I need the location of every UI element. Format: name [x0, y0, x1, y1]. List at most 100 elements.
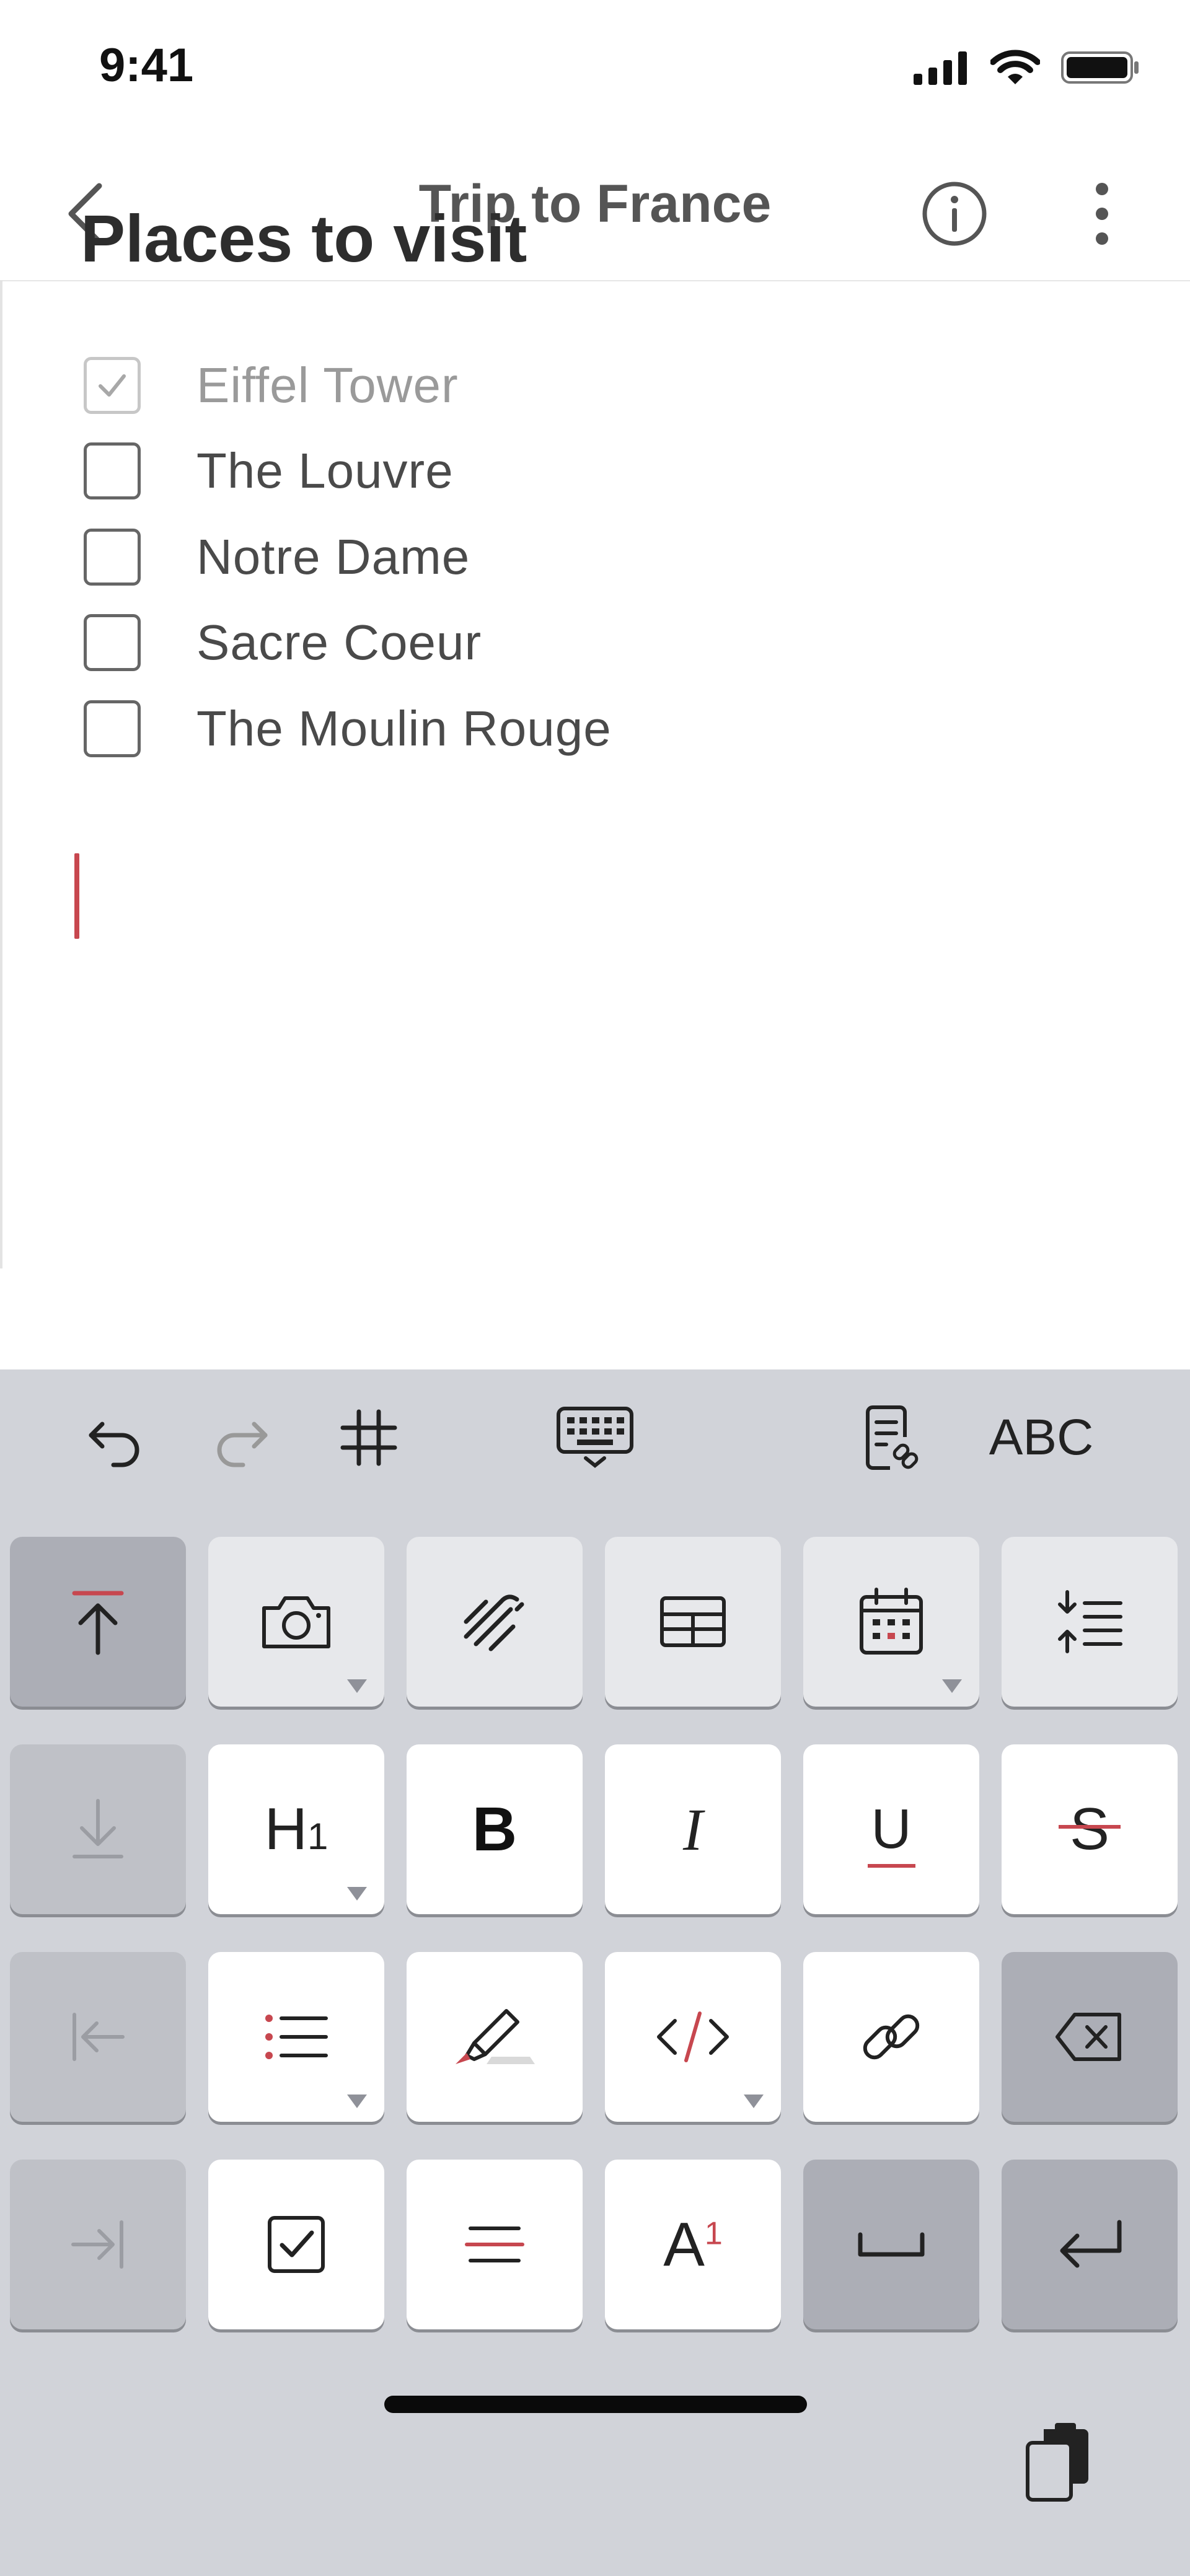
table-icon: [660, 1596, 726, 1647]
link-key[interactable]: [803, 1952, 979, 2122]
checkbox-key[interactable]: [208, 2160, 384, 2329]
outdent-icon: [73, 2013, 125, 2061]
superscript-label: A1: [663, 2209, 723, 2280]
return-key[interactable]: [1002, 2160, 1178, 2329]
backspace-icon: [1056, 2013, 1121, 2061]
checklist-item[interactable]: Sacre Coeur: [84, 609, 482, 677]
status-time: 9:41: [99, 39, 194, 92]
redo-button[interactable]: [208, 1404, 276, 1472]
camera-key[interactable]: [208, 1537, 384, 1707]
checklist-item-label: Sacre Coeur: [196, 615, 482, 670]
clipboard-icon: [1026, 2423, 1088, 2502]
checkmark-icon: [99, 374, 126, 397]
collapse-lines-icon: [1058, 1590, 1122, 1653]
hide-keyboard-button[interactable]: [552, 1404, 638, 1472]
move-line-up-key[interactable]: [10, 1537, 186, 1707]
underline-label: U: [867, 1798, 915, 1868]
dropdown-indicator: [347, 1679, 367, 1693]
strikethrough-letter: S: [1069, 1796, 1110, 1862]
checklist-item[interactable]: The Louvre: [84, 437, 454, 505]
superscript-base: A: [663, 2209, 705, 2279]
checklist-item[interactable]: Eiffel Tower: [84, 351, 459, 420]
checklist-item[interactable]: Notre Dame: [84, 523, 470, 591]
align-key[interactable]: [407, 2160, 583, 2329]
underline-letter: U: [871, 1798, 912, 1860]
more-vertical-icon: [1096, 183, 1108, 245]
table-key[interactable]: [605, 1537, 781, 1707]
checklist-item-label: The Louvre: [196, 443, 454, 498]
indent-icon: [71, 2220, 123, 2269]
note-link-icon: [866, 1405, 919, 1470]
bullet-list-key[interactable]: [208, 1952, 384, 2122]
highlighter-icon: [456, 2009, 535, 2064]
camera-icon: [262, 1596, 330, 1648]
checklist-item-label: The Moulin Rouge: [196, 701, 612, 756]
underline-mark: [867, 1863, 915, 1868]
checkbox-icon: [268, 2216, 325, 2273]
superscript-key[interactable]: A1: [605, 2160, 781, 2329]
more-options-button[interactable]: [1088, 177, 1116, 251]
italic-key[interactable]: I: [605, 1744, 781, 1914]
keyboard-dismiss-icon: [557, 1407, 633, 1468]
checkbox[interactable]: [84, 442, 141, 499]
battery-icon: [1061, 51, 1139, 84]
space-icon: [858, 2232, 925, 2257]
code-key[interactable]: [605, 1952, 781, 2122]
checkbox[interactable]: [84, 614, 141, 671]
move-line-down-key[interactable]: [10, 1744, 186, 1914]
superscript-mark: 1: [704, 2215, 723, 2252]
spellcheck-label: ABC: [989, 1409, 1094, 1466]
checklist-item-label: Notre Dame: [196, 529, 470, 584]
dropdown-indicator: [942, 1679, 962, 1693]
move-down-icon: [73, 1799, 123, 1858]
checkbox[interactable]: [84, 529, 141, 586]
home-indicator[interactable]: [384, 2396, 807, 2413]
bullet-list-icon: [265, 2015, 328, 2059]
checkbox-checked[interactable]: [84, 357, 141, 414]
formatting-keyboard: ABC H1 B I U S A1: [0, 1369, 1190, 2576]
sketch-icon: [464, 1594, 524, 1651]
heading-letter: H: [264, 1796, 307, 1862]
text-cursor: [74, 853, 79, 939]
clipboard-button[interactable]: [1016, 2411, 1103, 2510]
underline-key[interactable]: U: [803, 1744, 979, 1914]
checklist-item[interactable]: The Moulin Rouge: [84, 695, 612, 763]
tag-button[interactable]: [335, 1404, 403, 1472]
keyboard-toolbar: ABC: [0, 1369, 1190, 1506]
note-link-button[interactable]: [858, 1404, 927, 1472]
calendar-key[interactable]: [803, 1537, 979, 1707]
return-icon: [1060, 2220, 1122, 2268]
sketch-key[interactable]: [407, 1537, 583, 1707]
italic-label: I: [683, 1796, 703, 1863]
bold-label: B: [472, 1794, 518, 1864]
info-button[interactable]: [920, 180, 989, 248]
highlight-key[interactable]: [407, 1952, 583, 2122]
note-heading: Places to visit: [81, 201, 527, 276]
calendar-icon: [860, 1588, 923, 1655]
note-editor[interactable]: Places to visit Eiffel Tower The Louvre …: [0, 201, 1190, 1268]
undo-icon: [89, 1422, 139, 1467]
status-icons: [914, 50, 1140, 86]
code-icon: [657, 2011, 729, 2062]
wifi-icon: [990, 50, 1040, 84]
heading-key[interactable]: H1: [208, 1744, 384, 1914]
outdent-key[interactable]: [10, 1952, 186, 2122]
space-key[interactable]: [803, 2160, 979, 2329]
delete-key[interactable]: [1002, 1952, 1178, 2122]
cellular-signal-icon: [914, 51, 967, 85]
redo-icon: [217, 1422, 268, 1467]
heading-label: H1: [265, 1795, 328, 1863]
info-icon: [922, 182, 987, 246]
checklist-item-label: Eiffel Tower: [196, 358, 459, 413]
spellcheck-button[interactable]: ABC: [979, 1404, 1103, 1472]
dropdown-indicator: [347, 2095, 367, 2108]
bold-key[interactable]: B: [407, 1744, 583, 1914]
undo-button[interactable]: [81, 1404, 149, 1472]
move-to-top-icon: [72, 1591, 124, 1655]
strikethrough-key[interactable]: S: [1002, 1744, 1178, 1914]
status-bar: 9:41: [0, 0, 1190, 143]
align-center-icon: [465, 2227, 524, 2262]
line-spacing-key[interactable]: [1002, 1537, 1178, 1707]
indent-key[interactable]: [10, 2160, 186, 2329]
checkbox[interactable]: [84, 700, 141, 757]
